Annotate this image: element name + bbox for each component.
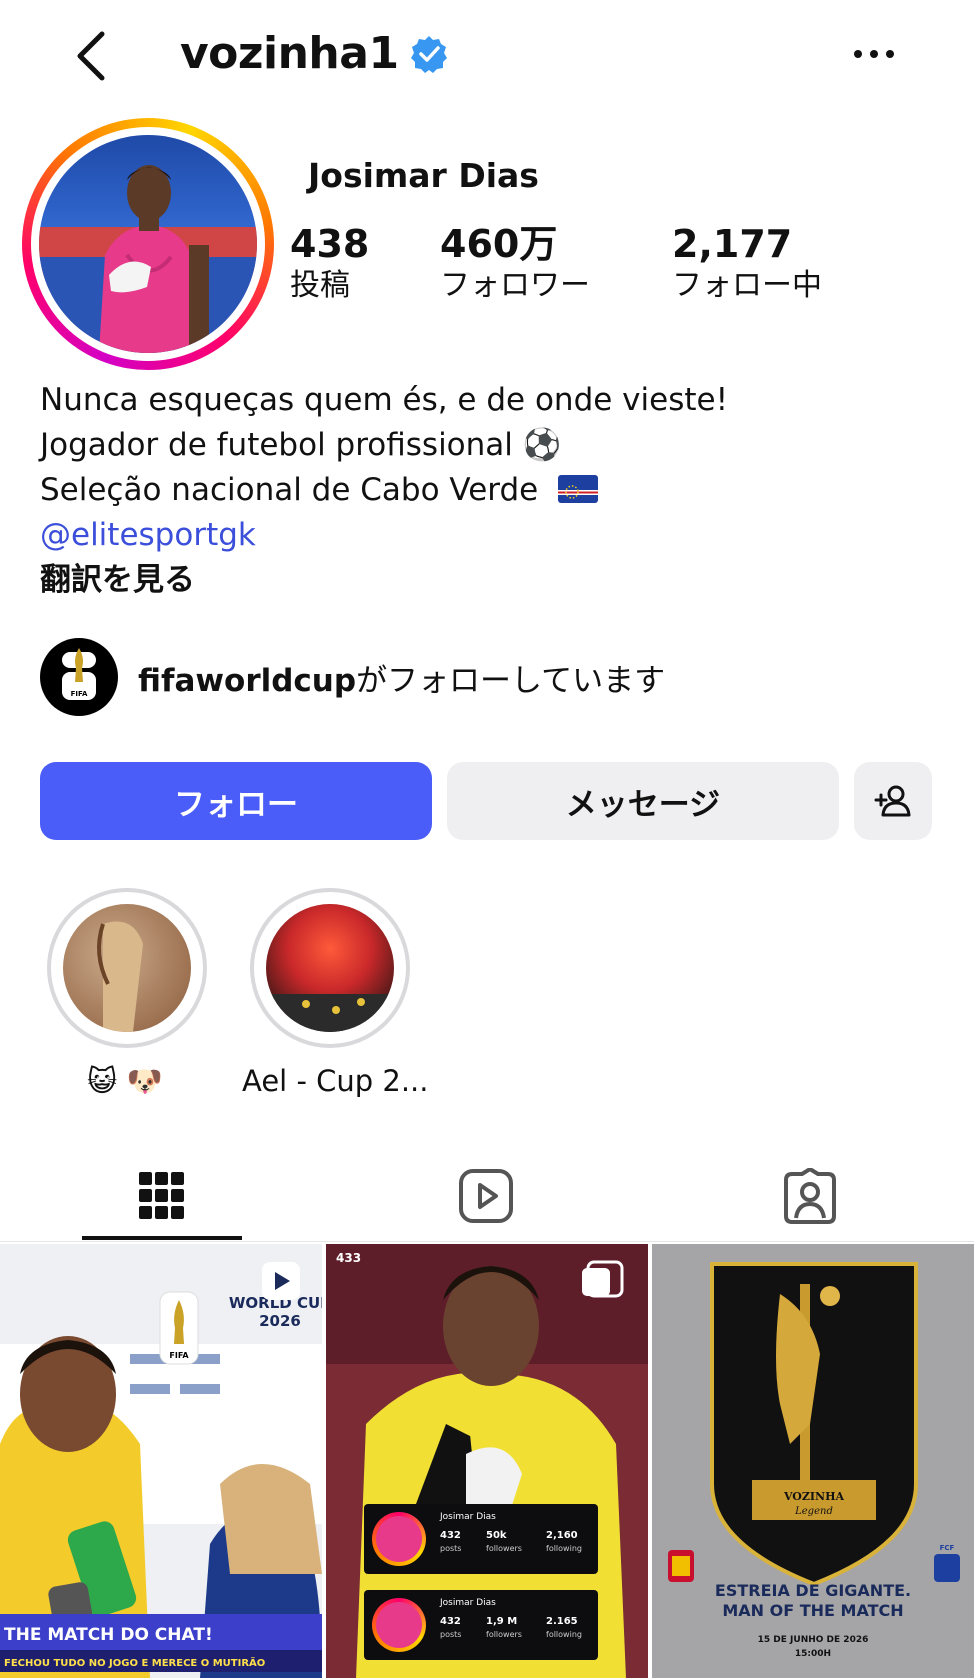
stat-followers-count: 460万 [440, 222, 558, 266]
followed-by-row[interactable]: FIFA fifaworldcupがフォローしています [40, 638, 665, 716]
stat-followers[interactable]: 460万 フォロワー [440, 222, 590, 305]
stat-posts[interactable]: 438 投稿 [290, 222, 370, 305]
bio-line-2: Jogador de futebol profissional ⚽ [40, 427, 562, 463]
svg-text:THE MATCH DO CHAT!: THE MATCH DO CHAT! [4, 1625, 213, 1645]
highlight-label: Ael - Cup 2... [242, 1064, 429, 1098]
bio-line-3-text: Seleção nacional de Cabo Verde [40, 472, 539, 508]
suggest-users-button[interactable] [854, 762, 932, 840]
highlight-cover [63, 904, 191, 1032]
display-name: Josimar Dias [308, 156, 539, 195]
stat-posts-count: 438 [290, 222, 370, 266]
svg-text:Legend: Legend [794, 1506, 833, 1517]
svg-text:433: 433 [336, 1251, 361, 1265]
svg-text:2026: 2026 [259, 1312, 301, 1330]
message-button[interactable]: メッセージ [447, 762, 839, 840]
profile-header: vozinha1 [0, 0, 974, 110]
followed-by-account: fifaworldcup [138, 662, 357, 699]
bio-line-3: Seleção nacional de Cabo Verde [40, 468, 728, 513]
stat-posts-label: 投稿 [290, 267, 350, 303]
see-translation-link[interactable]: 翻訳を見る [40, 558, 728, 603]
chevron-left-icon [77, 31, 105, 81]
svg-text:FCF: FCF [940, 1544, 955, 1552]
svg-text:ESTREIA DE GIGANTE.: ESTREIA DE GIGANTE. [715, 1581, 911, 1600]
back-button[interactable] [72, 28, 120, 84]
highlight-label: 😺 🐶 [87, 1064, 163, 1098]
add-user-icon [874, 785, 911, 817]
world-cup-trophy-icon: FIFA [62, 648, 96, 700]
stats-card: Josimar Dias 432 posts 1,9 M followers 2… [364, 1590, 598, 1660]
profile-avatar-story-ring[interactable] [22, 118, 274, 370]
username-title: vozinha1 [180, 28, 449, 79]
bio: Nunca esqueças quem és, e de onde vieste… [40, 378, 728, 603]
more-horizontal-icon [854, 50, 894, 58]
post-thumbnail[interactable]: VOZINHA Legend ESTREIA DE GIGANTE. MAN O… [652, 1244, 974, 1678]
bio-mention-link[interactable]: @elitesportgk [40, 513, 728, 558]
posts-grid: FIFA WORLD CUP 2026 THE MATCH DO CHAT! F… [0, 1244, 974, 1678]
story-highlight[interactable]: 😺 🐶 [47, 888, 207, 1098]
tab-tagged[interactable] [730, 1150, 890, 1242]
stat-following-label: フォロー中 [672, 267, 822, 303]
followed-by-suffix: がフォローしています [356, 662, 666, 699]
post-thumbnail[interactable]: 433 Josimar Dias 432 posts 50k followers… [326, 1244, 648, 1678]
profile-avatar [39, 135, 257, 353]
post-thumbnail[interactable]: FIFA WORLD CUP 2026 THE MATCH DO CHAT! F… [0, 1244, 322, 1678]
fifa-avatar: FIFA [40, 638, 118, 716]
profile-tabs [0, 1150, 974, 1242]
card-name: Josimar Dias [440, 1598, 496, 1608]
svg-text:15:00H: 15:00H [795, 1649, 831, 1659]
grid-icon [139, 1172, 184, 1219]
highlight-cover [266, 904, 394, 1032]
stat-following[interactable]: 2,177 フォロー中 [672, 222, 822, 305]
svg-text:FIFA: FIFA [71, 690, 88, 698]
svg-text:15 DE JUNHO DE 2026: 15 DE JUNHO DE 2026 [758, 1635, 869, 1645]
story-highlight[interactable]: Ael - Cup 2... [242, 888, 429, 1098]
stat-followers-label: フォロワー [440, 267, 590, 303]
svg-text:FECHOU TUDO NO JOGO E MERECE O: FECHOU TUDO NO JOGO E MERECE O MUTIRÃO [4, 1656, 265, 1669]
bio-line-1: Nunca esqueças quem és, e de onde vieste… [40, 382, 729, 418]
stat-following-count: 2,177 [672, 222, 793, 266]
tab-posts-grid[interactable] [82, 1150, 242, 1242]
reels-icon [459, 1169, 513, 1223]
stats-card: Josimar Dias 432 posts 50k followers 2,1… [364, 1504, 598, 1574]
cape-verde-flag-icon [558, 475, 599, 503]
tagged-icon [784, 1168, 836, 1224]
follow-button[interactable]: フォロー [40, 762, 432, 840]
svg-text:MAN OF THE MATCH: MAN OF THE MATCH [722, 1601, 903, 1620]
tab-reels[interactable] [406, 1150, 566, 1242]
svg-text:VOZINHA: VOZINHA [783, 1490, 845, 1503]
verified-badge-icon [410, 35, 447, 73]
active-tab-indicator [82, 1236, 242, 1240]
card-name: Josimar Dias [440, 1512, 496, 1522]
more-options-button[interactable] [852, 44, 896, 64]
username: vozinha1 [180, 28, 399, 79]
svg-text:FIFA: FIFA [169, 1351, 189, 1360]
